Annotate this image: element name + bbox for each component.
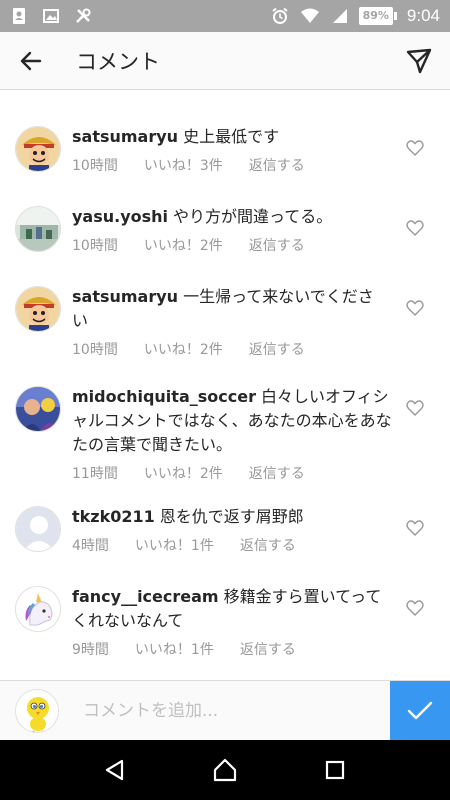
contacts-icon bbox=[13, 8, 25, 24]
home-icon bbox=[213, 758, 237, 782]
heart-icon bbox=[406, 300, 424, 316]
comment-username[interactable]: satsumaryu bbox=[72, 287, 178, 306]
like-button[interactable] bbox=[400, 393, 430, 423]
cartoon-pirate-avatar bbox=[16, 127, 60, 171]
image-icon bbox=[43, 9, 59, 23]
comment-time: 11時間 bbox=[72, 466, 118, 482]
previous-comment-fragment bbox=[0, 91, 450, 95]
room-photo-avatar bbox=[16, 207, 60, 251]
comment-likes[interactable]: いいね！1件 bbox=[135, 535, 214, 555]
heart-icon bbox=[406, 400, 424, 416]
my-avatar bbox=[15, 688, 59, 733]
system-nav-bar bbox=[0, 740, 450, 800]
like-button[interactable] bbox=[400, 213, 430, 243]
back-button[interactable] bbox=[0, 32, 62, 90]
like-button[interactable] bbox=[400, 293, 430, 323]
comment-text: yasu.yoshi やり方が間違ってる。 bbox=[72, 207, 333, 226]
avatar[interactable] bbox=[15, 286, 61, 332]
nav-recents-button[interactable] bbox=[310, 745, 360, 795]
yellow-bird-avatar bbox=[16, 689, 58, 732]
comment-time: 9時間 bbox=[72, 642, 109, 658]
reply-button[interactable]: 返信する bbox=[240, 535, 296, 555]
reply-button[interactable]: 返信する bbox=[249, 235, 305, 255]
like-button[interactable] bbox=[400, 133, 430, 163]
comment-text: tkzk0211 恩を仇で返す屑野郎 bbox=[72, 507, 304, 526]
comment-likes[interactable]: いいね！2件 bbox=[144, 235, 223, 255]
avatar[interactable] bbox=[15, 206, 61, 252]
signal-icon bbox=[332, 9, 347, 23]
status-bar: 89% 9:04 bbox=[0, 0, 450, 32]
alarm-icon bbox=[271, 7, 288, 24]
comment-text: midochiquita_soccer 白々しいオフィシャルコメントではなく、あな… bbox=[72, 387, 392, 454]
comment-likes[interactable]: いいね！3件 bbox=[144, 155, 223, 175]
comment-time: 4時間 bbox=[72, 538, 109, 554]
heart-icon bbox=[406, 220, 424, 236]
heart-icon bbox=[406, 520, 424, 536]
comment-item: tkzk0211 恩を仇で返す屑野郎 4時間 いいね！1件 返信する bbox=[0, 498, 450, 578]
share-button[interactable] bbox=[388, 32, 450, 90]
avatar[interactable] bbox=[15, 386, 61, 432]
heart-icon bbox=[406, 600, 424, 616]
comment-likes[interactable]: いいね！2件 bbox=[144, 339, 223, 359]
battery-level: 89% bbox=[358, 7, 393, 25]
paper-plane-icon bbox=[406, 48, 432, 73]
people-photo-avatar bbox=[16, 387, 60, 431]
comment-item: midochiquita_soccer 白々しいオフィシャルコメントではなく、あな… bbox=[0, 378, 450, 503]
cartoon-pirate-avatar bbox=[16, 287, 60, 331]
nav-home-button[interactable] bbox=[200, 745, 250, 795]
nav-back-button[interactable] bbox=[90, 745, 140, 795]
comment-username[interactable]: satsumaryu bbox=[72, 127, 178, 146]
comment-username[interactable]: fancy__icecream bbox=[72, 587, 219, 606]
comment-item: satsumaryu 史上最低です 10時間 いいね！3件 返信する bbox=[0, 118, 450, 208]
like-button[interactable] bbox=[400, 593, 430, 623]
arrow-left-icon bbox=[20, 51, 42, 70]
comment-text: satsumaryu 史上最低です bbox=[72, 127, 280, 146]
reply-button[interactable]: 返信する bbox=[240, 639, 296, 659]
unicorn-avatar bbox=[16, 587, 60, 631]
square-recents-icon bbox=[325, 760, 345, 780]
comment-text: satsumaryu 一生帰って来ないでくださ い bbox=[72, 287, 374, 330]
comment-item: fancy__icecream 移籍金すら置いてってくれないなんて 9時間 いいね… bbox=[0, 578, 450, 678]
comment-input[interactable] bbox=[83, 690, 383, 731]
comment-list[interactable]: satsumaryu 史上最低です 10時間 いいね！3件 返信する yasu.… bbox=[0, 91, 450, 680]
triangle-back-icon bbox=[105, 759, 124, 781]
comment-time: 10時間 bbox=[72, 238, 118, 254]
comment-composer bbox=[0, 680, 450, 741]
comment-username[interactable]: yasu.yoshi bbox=[72, 207, 168, 226]
post-comment-button[interactable] bbox=[390, 681, 450, 741]
avatar[interactable] bbox=[15, 506, 61, 552]
avatar[interactable] bbox=[15, 126, 61, 172]
comment-item: yasu.yoshi やり方が間違ってる。 10時間 いいね！2件 返信する bbox=[0, 198, 450, 288]
default-silhouette-avatar bbox=[16, 507, 60, 551]
heart-icon bbox=[406, 140, 424, 156]
clock: 9:04 bbox=[406, 6, 440, 25]
wifi-icon bbox=[300, 8, 319, 23]
comment-username[interactable]: midochiquita_soccer bbox=[72, 387, 256, 406]
comment-likes[interactable]: いいね！1件 bbox=[135, 639, 214, 659]
page-title: コメント bbox=[76, 49, 160, 74]
comment-username[interactable]: tkzk0211 bbox=[72, 507, 155, 526]
checkmark-icon bbox=[407, 701, 433, 720]
like-button[interactable] bbox=[400, 513, 430, 543]
reply-button[interactable]: 返信する bbox=[249, 339, 305, 359]
comment-likes[interactable]: いいね！2件 bbox=[144, 463, 223, 483]
avatar[interactable] bbox=[15, 586, 61, 632]
tools-icon bbox=[76, 8, 91, 23]
comment-item: satsumaryu 一生帰って来ないでくださ い 10時間 いいね！2件 返信す… bbox=[0, 278, 450, 383]
comment-text: fancy__icecream 移籍金すら置いてってくれないなんて bbox=[72, 587, 382, 630]
app-bar: コメント bbox=[0, 32, 450, 90]
reply-button[interactable]: 返信する bbox=[249, 155, 305, 175]
comment-time: 10時間 bbox=[72, 158, 118, 174]
comment-time: 10時間 bbox=[72, 342, 118, 358]
reply-button[interactable]: 返信する bbox=[249, 463, 305, 483]
battery-indicator: 89% bbox=[358, 7, 397, 25]
